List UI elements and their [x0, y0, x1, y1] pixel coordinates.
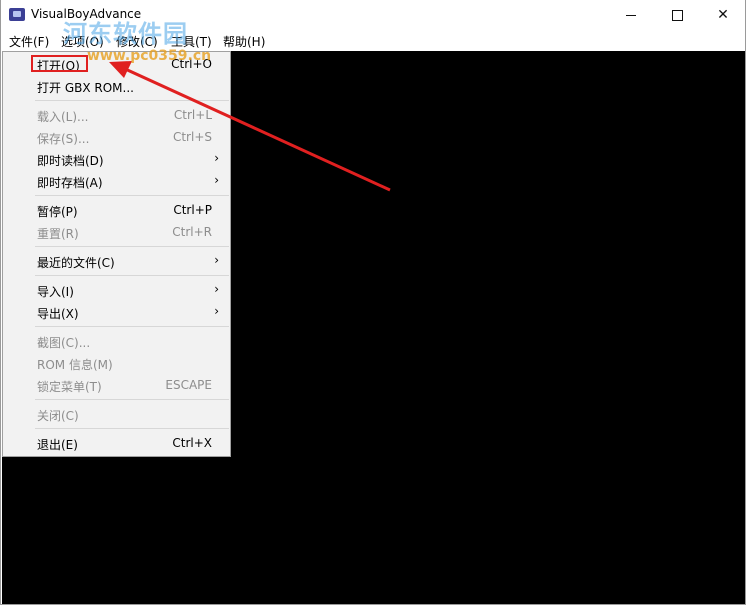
- menu-item-shortcut: Ctrl+R: [172, 225, 212, 239]
- close-button[interactable]: ✕: [700, 0, 746, 30]
- submenu-arrow-icon: ›: [214, 173, 219, 187]
- close-icon: ✕: [717, 7, 729, 23]
- menu-separator: [35, 195, 229, 196]
- menu-item-shortcut: Ctrl+X: [172, 436, 212, 450]
- menu-item-shortcut: ESCAPE: [165, 378, 212, 392]
- watermark-text: 河东软件园: [63, 20, 188, 48]
- menu-item-recent-files[interactable]: 最近的文件(C) ›: [3, 250, 230, 272]
- submenu-arrow-icon: ›: [214, 304, 219, 318]
- annotation-highlight-box: [31, 55, 88, 72]
- menu-item-label: 退出(E): [37, 438, 78, 452]
- menu-item-open-gbx-rom[interactable]: 打开 GBX ROM...: [3, 75, 230, 97]
- menu-item-export[interactable]: 导出(X) ›: [3, 301, 230, 323]
- menu-separator: [35, 246, 229, 247]
- menu-item-save[interactable]: 保存(S)... Ctrl+S: [3, 126, 230, 148]
- menu-item-label: 打开 GBX ROM...: [37, 81, 134, 95]
- menu-item-shortcut: Ctrl+P: [173, 203, 212, 217]
- submenu-arrow-icon: ›: [214, 282, 219, 296]
- submenu-arrow-icon: ›: [214, 253, 219, 267]
- menu-separator: [35, 399, 229, 400]
- menu-help[interactable]: 帮助(H): [223, 33, 265, 50]
- submenu-arrow-icon: ›: [214, 151, 219, 165]
- menu-separator: [35, 326, 229, 327]
- app-window: VisualBoyAdvance ✕ 文件(F) 选项(O) 修改(C) 工具(…: [0, 0, 746, 605]
- menu-item-label: 导出(X): [37, 307, 79, 321]
- menu-item-label: 暂停(P): [37, 205, 78, 219]
- menu-item-screenshot[interactable]: 截图(C)...: [3, 330, 230, 352]
- menu-file[interactable]: 文件(F): [9, 33, 49, 50]
- menu-item-label: 即时存档(A): [37, 176, 103, 190]
- menu-item-label: 导入(I): [37, 285, 74, 299]
- menu-item-quick-save[interactable]: 即时存档(A) ›: [3, 170, 230, 192]
- file-menu-dropdown: 打开(O) Ctrl+O 打开 GBX ROM... 载入(L)... Ctrl…: [2, 51, 231, 457]
- menu-item-label: 载入(L)...: [37, 110, 89, 124]
- maximize-button[interactable]: [654, 0, 700, 30]
- menu-item-shortcut: Ctrl+S: [172, 130, 212, 144]
- minimize-icon: [626, 14, 636, 16]
- menu-separator: [35, 275, 229, 276]
- menu-item-exit[interactable]: 退出(E) Ctrl+X: [3, 432, 230, 454]
- menu-item-reset[interactable]: 重置(R) Ctrl+R: [3, 221, 230, 243]
- menu-item-label: 关闭(C): [37, 409, 79, 423]
- menu-item-label: 最近的文件(C): [37, 256, 115, 270]
- menu-item-shortcut: Ctrl+L: [173, 108, 212, 122]
- menu-item-label: ROM 信息(M): [37, 358, 113, 372]
- menu-item-label: 截图(C)...: [37, 336, 91, 350]
- minimize-button[interactable]: [608, 0, 654, 30]
- menu-separator: [35, 428, 229, 429]
- menu-item-label: 保存(S)...: [37, 132, 90, 146]
- menu-item-lock-menu[interactable]: 锁定菜单(T) ESCAPE: [3, 374, 230, 396]
- maximize-icon: [671, 9, 683, 21]
- menu-item-pause[interactable]: 暂停(P) Ctrl+P: [3, 199, 230, 221]
- menu-separator: [35, 100, 229, 101]
- watermark-url: www.pc0359.cn: [87, 48, 212, 64]
- menu-item-label: 即时读档(D): [37, 154, 104, 168]
- menu-item-close[interactable]: 关闭(C): [3, 403, 230, 425]
- app-icon[interactable]: [9, 8, 25, 21]
- menu-item-label: 重置(R): [37, 227, 79, 241]
- menu-item-rom-info[interactable]: ROM 信息(M): [3, 352, 230, 374]
- menu-item-load[interactable]: 载入(L)... Ctrl+L: [3, 104, 230, 126]
- menu-item-import[interactable]: 导入(I) ›: [3, 279, 230, 301]
- menu-item-quick-load[interactable]: 即时读档(D) ›: [3, 148, 230, 170]
- menu-item-label: 锁定菜单(T): [37, 380, 102, 394]
